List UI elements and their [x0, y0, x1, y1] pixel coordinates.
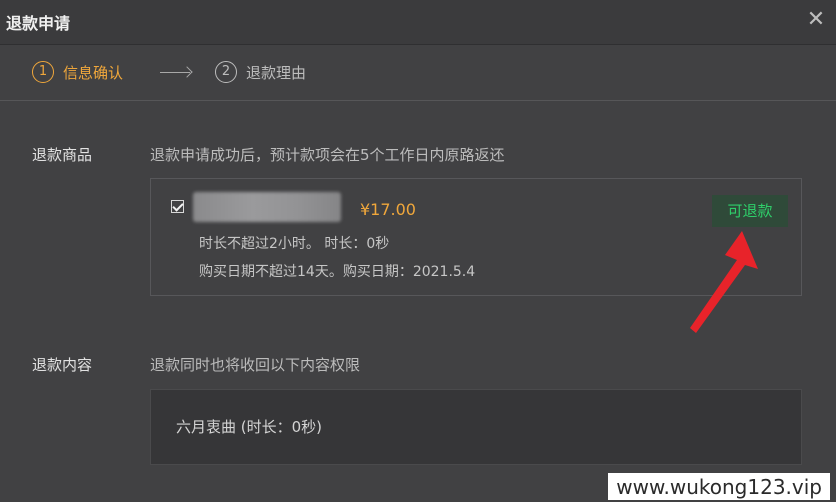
- step-2-number: 2: [215, 61, 237, 83]
- dialog-title: 退款申请: [6, 14, 71, 33]
- red-annotation-arrow-icon: [690, 231, 758, 333]
- watermark: www.wukong123.vip: [608, 473, 830, 500]
- step-2-label: 退款理由: [246, 63, 307, 82]
- step-2: 2 退款理由: [215, 61, 306, 83]
- product-purchase-date: 购买日期不超过14天。购买日期：2021.5.4: [199, 264, 476, 280]
- product-section-hint: 退款申请成功后，预计款项会在5个工作日内原路返还: [150, 146, 505, 164]
- close-icon[interactable]: ✕: [804, 8, 828, 32]
- content-section-label: 退款内容: [32, 356, 93, 374]
- step-indicator: 1 信息确认 2 退款理由: [0, 45, 836, 101]
- step-1-label: 信息确认: [63, 63, 124, 82]
- refund-content-box: 六月衷曲 (时长：0秒): [150, 389, 802, 465]
- blurred-product-name: [193, 192, 341, 222]
- content-section-hint: 退款同时也将收回以下内容权限: [150, 356, 361, 374]
- step-arrow-icon: [160, 72, 190, 73]
- refundable-badge[interactable]: 可退款: [712, 195, 788, 227]
- product-price: ¥17.00: [360, 200, 416, 219]
- product-section-label: 退款商品: [32, 146, 93, 164]
- step-1: 1 信息确认: [32, 61, 123, 83]
- step-1-number: 1: [32, 61, 54, 83]
- content-item: 六月衷曲 (时长：0秒): [176, 418, 323, 436]
- dialog-titlebar: 退款申请 ✕: [0, 0, 836, 45]
- product-checkbox[interactable]: [171, 200, 184, 213]
- product-duration: 时长不超过2小时。 时长：0秒: [199, 236, 390, 252]
